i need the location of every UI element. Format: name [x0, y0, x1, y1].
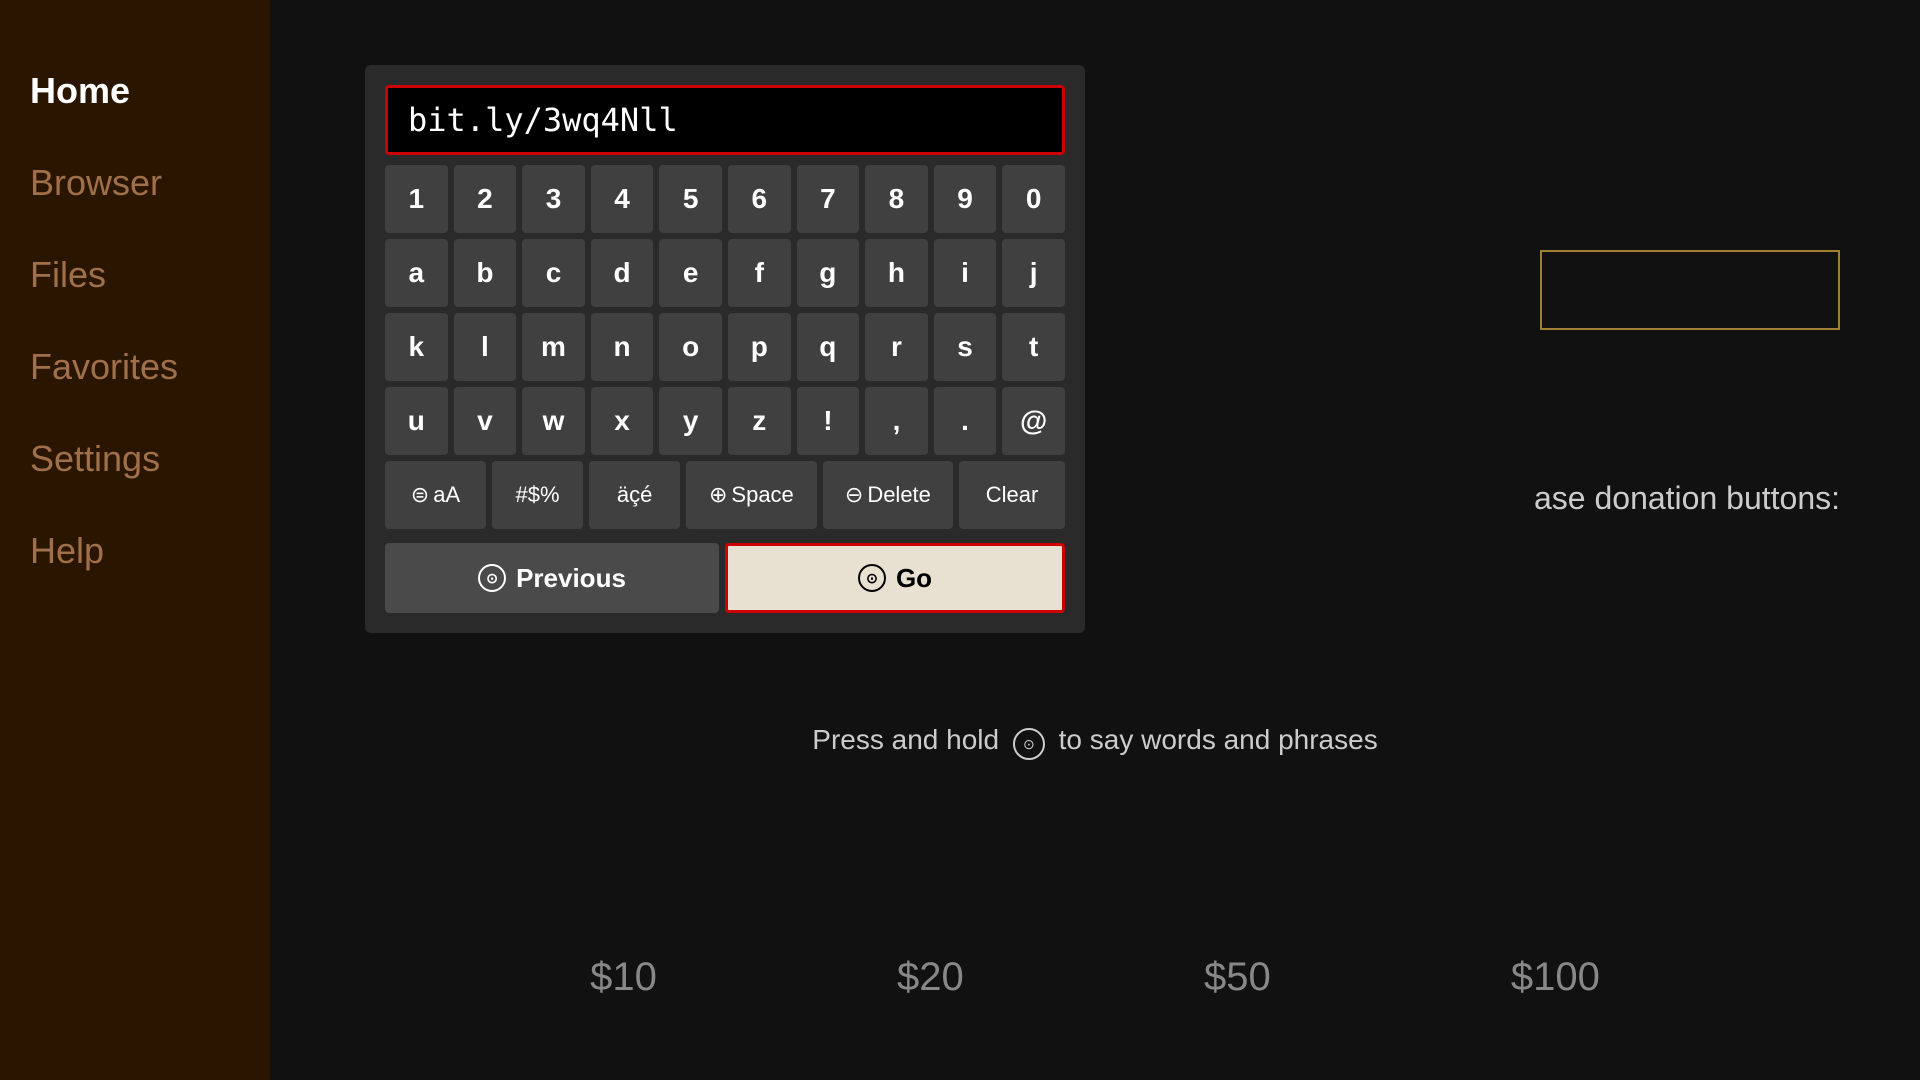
key-n[interactable]: n: [591, 313, 654, 381]
key-v[interactable]: v: [454, 387, 517, 455]
nav-buttons: ⊙ Previous ⊙ Go: [385, 543, 1065, 613]
key-row-special: ⊜ aA #$% äçé ⊕ Space ⊖ Delete Clear: [385, 461, 1065, 529]
delete-icon: ⊖: [845, 482, 863, 508]
donation-amounts-row: $10 $20 $50 $100: [270, 955, 1920, 1000]
key-f[interactable]: f: [728, 239, 791, 307]
key-exclaim[interactable]: !: [797, 387, 860, 455]
key-space[interactable]: ⊕ Space: [686, 461, 817, 529]
donation-label: ase donation buttons:: [1534, 480, 1840, 517]
hint-suffix: to say words and phrases: [1059, 724, 1378, 755]
key-a[interactable]: a: [385, 239, 448, 307]
press-hold-hint: Press and hold ⊙ to say words and phrase…: [270, 724, 1920, 761]
key-s[interactable]: s: [934, 313, 997, 381]
go-button[interactable]: ⊙ Go: [725, 543, 1065, 613]
key-case-toggle[interactable]: ⊜ aA: [385, 461, 486, 529]
case-icon: ⊜: [411, 482, 429, 508]
keyboard-dialog: 1 2 3 4 5 6 7 8 9 0 a b c d e f g h i j …: [365, 65, 1085, 633]
go-icon: ⊙: [858, 564, 886, 592]
sidebar-item-favorites[interactable]: Favorites: [30, 336, 240, 398]
key-u[interactable]: u: [385, 387, 448, 455]
previous-icon: ⊙: [478, 564, 506, 592]
key-1[interactable]: 1: [385, 165, 448, 233]
key-i[interactable]: i: [934, 239, 997, 307]
space-label: Space: [731, 482, 793, 508]
key-3[interactable]: 3: [522, 165, 585, 233]
sidebar-item-help[interactable]: Help: [30, 520, 240, 582]
sidebar-item-home[interactable]: Home: [30, 60, 240, 122]
key-6[interactable]: 6: [728, 165, 791, 233]
key-e[interactable]: e: [659, 239, 722, 307]
key-t[interactable]: t: [1002, 313, 1065, 381]
key-k[interactable]: k: [385, 313, 448, 381]
mic-icon: ⊙: [1013, 728, 1045, 760]
key-j[interactable]: j: [1002, 239, 1065, 307]
key-p[interactable]: p: [728, 313, 791, 381]
key-row-u-at: u v w x y z ! , . @: [385, 387, 1065, 455]
key-o[interactable]: o: [659, 313, 722, 381]
key-w[interactable]: w: [522, 387, 585, 455]
donation-amount-20: $20: [897, 955, 964, 1000]
case-label: aA: [433, 482, 460, 508]
key-row-numbers: 1 2 3 4 5 6 7 8 9 0: [385, 165, 1065, 233]
space-icon: ⊕: [709, 482, 727, 508]
key-7[interactable]: 7: [797, 165, 860, 233]
key-4[interactable]: 4: [591, 165, 654, 233]
key-q[interactable]: q: [797, 313, 860, 381]
key-g[interactable]: g: [797, 239, 860, 307]
key-0[interactable]: 0: [1002, 165, 1065, 233]
key-h[interactable]: h: [865, 239, 928, 307]
delete-label: Delete: [867, 482, 931, 508]
sidebar: Home Browser Files Favorites Settings He…: [0, 0, 270, 1080]
key-clear[interactable]: Clear: [959, 461, 1065, 529]
key-l[interactable]: l: [454, 313, 517, 381]
key-accent[interactable]: äçé: [589, 461, 680, 529]
url-input[interactable]: [385, 85, 1065, 155]
key-at[interactable]: @: [1002, 387, 1065, 455]
key-row-aj: a b c d e f g h i j: [385, 239, 1065, 307]
keyboard-rows: 1 2 3 4 5 6 7 8 9 0 a b c d e f g h i j …: [385, 165, 1065, 529]
hint-text: Press and hold: [812, 724, 999, 755]
donation-box: [1540, 250, 1840, 330]
key-9[interactable]: 9: [934, 165, 997, 233]
key-2[interactable]: 2: [454, 165, 517, 233]
key-delete[interactable]: ⊖ Delete: [823, 461, 954, 529]
donation-amount-10: $10: [590, 955, 657, 1000]
previous-button[interactable]: ⊙ Previous: [385, 543, 719, 613]
key-8[interactable]: 8: [865, 165, 928, 233]
key-r[interactable]: r: [865, 313, 928, 381]
key-c[interactable]: c: [522, 239, 585, 307]
key-row-kt: k l m n o p q r s t: [385, 313, 1065, 381]
key-period[interactable]: .: [934, 387, 997, 455]
key-m[interactable]: m: [522, 313, 585, 381]
key-d[interactable]: d: [591, 239, 654, 307]
go-label: Go: [896, 563, 932, 594]
key-comma[interactable]: ,: [865, 387, 928, 455]
donation-amount-100: $100: [1511, 955, 1600, 1000]
key-y[interactable]: y: [659, 387, 722, 455]
key-b[interactable]: b: [454, 239, 517, 307]
key-5[interactable]: 5: [659, 165, 722, 233]
donation-amount-50: $50: [1204, 955, 1271, 1000]
sidebar-item-browser[interactable]: Browser: [30, 152, 240, 214]
previous-label: Previous: [516, 563, 626, 594]
sidebar-item-files[interactable]: Files: [30, 244, 240, 306]
key-z[interactable]: z: [728, 387, 791, 455]
key-symbols[interactable]: #$%: [492, 461, 583, 529]
key-x[interactable]: x: [591, 387, 654, 455]
sidebar-item-settings[interactable]: Settings: [30, 428, 240, 490]
